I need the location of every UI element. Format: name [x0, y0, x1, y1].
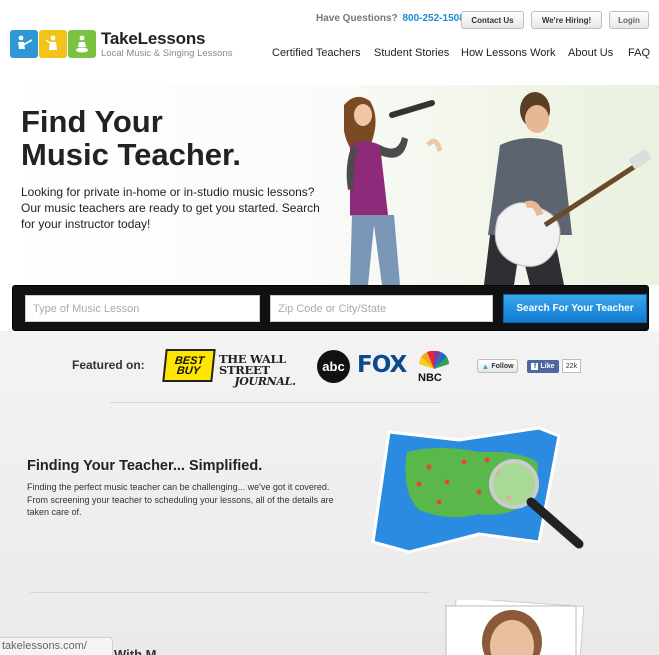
featured-on-label: Featured on: — [72, 358, 145, 372]
facebook-like-label: Like — [540, 363, 555, 370]
simplified-title: Finding Your Teacher... Simplified. — [27, 458, 263, 474]
twitter-bird-icon: ▲ — [481, 361, 490, 371]
section-divider — [110, 402, 440, 403]
nav-certified-teachers[interactable]: Certified Teachers — [272, 47, 360, 59]
facebook-like-count: 22k — [562, 359, 581, 373]
hero-subtitle: Looking for private in-home or in-studio… — [21, 185, 320, 231]
hiring-button[interactable]: We're Hiring! — [531, 11, 602, 29]
best-buy-logo: BEST BUY — [162, 349, 216, 382]
wsj-logo-line1: THE WALL STREET — [219, 352, 287, 377]
facebook-icon: f — [531, 363, 539, 370]
twitter-follow-label: Follow — [491, 362, 514, 370]
contact-phone: Have Questions? 800-252-1508 — [316, 13, 465, 24]
facebook-like-button[interactable]: f Like — [527, 360, 559, 373]
fox-logo: FOX — [357, 352, 407, 378]
location-input[interactable]: Zip Code or City/State — [270, 295, 493, 322]
hero-title-line2: Music Teacher. — [21, 137, 241, 172]
guitarist-illustration — [484, 92, 651, 285]
nav-student-stories[interactable]: Student Stories — [374, 47, 449, 59]
logo-name: TakeLessons — [101, 29, 206, 48]
phone-number[interactable]: 800-252-1508 — [402, 13, 464, 24]
wsj-logo: THE WALL STREET JOURNAL. — [219, 352, 311, 388]
contact-us-button[interactable]: Contact Us — [461, 11, 524, 29]
wsj-logo-line2: JOURNAL. — [234, 375, 296, 388]
us-map-magnifier-image — [371, 426, 584, 554]
nav-about-us[interactable]: About Us — [568, 47, 613, 59]
best-buy-logo-text: BEST BUY — [174, 354, 205, 377]
header: TakeLessons Local Music & Singing Lesson… — [0, 0, 659, 85]
simplified-text: Finding the perfect music teacher can be… — [27, 482, 334, 517]
login-button[interactable]: Login — [609, 11, 649, 29]
hero-title: Find Your Music Teacher. — [21, 105, 241, 171]
search-teacher-button[interactable]: Search For Your Teacher — [503, 294, 647, 323]
status-bar-url: takelessons.com/ — [0, 637, 113, 655]
singer-illustration — [344, 96, 443, 285]
twitter-follow-button[interactable]: ▲ Follow — [477, 359, 518, 373]
teacher-search-bar: Type of Music Lesson Zip Code or City/St… — [12, 285, 649, 331]
teacher-photo-stack — [445, 600, 585, 655]
main-nav: Certified Teachers Student Stories How L… — [0, 47, 659, 61]
hero-musicians-image — [344, 92, 651, 285]
next-section-heading: With M — [114, 647, 157, 655]
hero: Find Your Music Teacher. Looking for pri… — [0, 85, 659, 285]
questions-label: Have Questions? — [316, 13, 398, 24]
section-divider-2 — [30, 592, 430, 593]
nav-faq[interactable]: FAQ — [628, 47, 650, 59]
nbc-logo-text: NBC — [418, 372, 442, 384]
lesson-type-input[interactable]: Type of Music Lesson — [25, 295, 260, 322]
abc-logo: abc — [317, 350, 350, 383]
nav-how-lessons-work[interactable]: How Lessons Work — [461, 47, 556, 59]
hero-title-line1: Find Your — [21, 104, 163, 139]
